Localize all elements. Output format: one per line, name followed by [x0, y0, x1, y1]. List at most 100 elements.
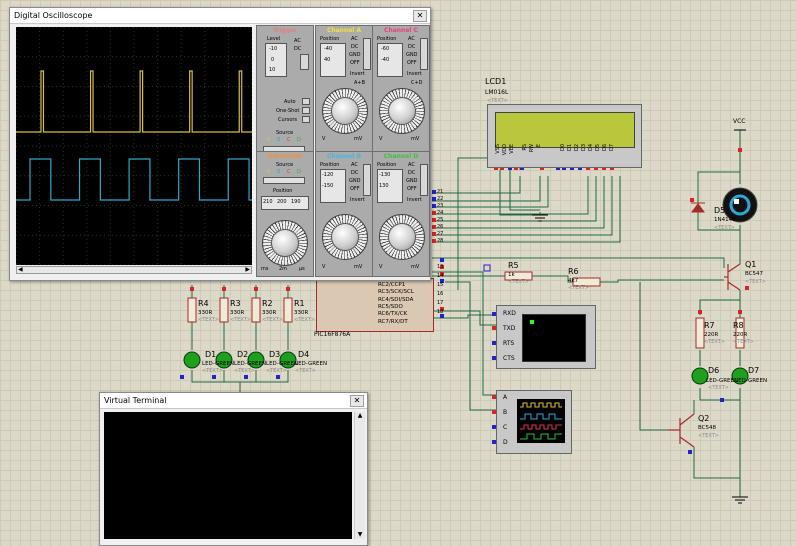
cursors-button[interactable] — [302, 116, 310, 123]
channel-d-panel: Channel D Position -130 130 AC DC GND OF… — [372, 151, 430, 277]
channel-b-coupling-switch[interactable] — [363, 164, 371, 196]
lcd-pin-label: D2 — [574, 144, 580, 152]
channel-c-coupling-switch[interactable] — [420, 38, 428, 70]
mcu-pin-number: 22 — [437, 196, 444, 202]
wire — [639, 282, 668, 431]
transistor-name: Q1 — [745, 260, 757, 269]
scroll-right-icon[interactable]: ▶ — [245, 266, 250, 273]
terminal-screen[interactable] — [104, 412, 352, 539]
mcu-pin-number: 28 — [437, 238, 444, 244]
channel-c-volts-knob[interactable] — [388, 97, 416, 125]
oscilloscope-titlebar[interactable]: Digital Oscilloscope ✕ — [10, 8, 430, 24]
resistor-name: R1 — [294, 299, 305, 308]
channel-d-volts-knob[interactable] — [388, 223, 416, 251]
mcu-pin-number: 16 — [437, 291, 444, 297]
serial-pin-label: CTS — [503, 355, 515, 362]
resistor-name: R2 — [262, 299, 273, 308]
close-button[interactable]: ✕ — [350, 395, 364, 407]
scroll-down-icon[interactable]: ▼ — [355, 531, 365, 539]
channel-a-panel: Channel A Position -40 40 AC DC GND OFF … — [315, 25, 373, 166]
led-name: D1 — [205, 350, 217, 359]
close-button[interactable]: ✕ — [413, 10, 427, 22]
lcd-model: LM016L — [485, 89, 509, 96]
virtual-terminal-title: Virtual Terminal — [104, 396, 167, 405]
mcu-name: PIC16F876A — [314, 331, 351, 338]
scroll-left-icon[interactable]: ◀ — [18, 266, 23, 273]
led-text-tag: <TEXT> — [295, 368, 316, 374]
led-text-tag: <TEXT> — [708, 385, 729, 391]
mcu-pin-number: 26 — [437, 224, 444, 230]
mcu-pin-number: 21 — [437, 189, 444, 195]
resistor-r7 — [695, 317, 705, 349]
pic-mcu[interactable] — [316, 278, 434, 332]
channel-a-coupling-switch[interactable] — [363, 38, 371, 70]
channel-b-volts-knob[interactable] — [331, 223, 359, 251]
auto-button[interactable] — [302, 98, 310, 105]
lcd-pin-label: D0 — [560, 144, 566, 152]
resistor-r4 — [187, 297, 197, 323]
terminal-scrollbar[interactable]: ▲ ▼ — [354, 412, 365, 539]
horizontal-source-slider[interactable] — [263, 177, 305, 184]
mcu-pin-label: RC6/TX/CK — [378, 311, 408, 318]
serial-pin-label: TXD — [503, 325, 516, 332]
close-icon: ✕ — [416, 11, 424, 20]
resistor-text-tag: <TEXT> — [568, 285, 589, 291]
led-value: LED-GREEN — [735, 378, 768, 384]
led-text-tag: <TEXT> — [234, 368, 255, 374]
lcd-pin-label: VDD — [502, 144, 508, 156]
trigger-source-label: Source — [276, 130, 294, 136]
lcd-module[interactable] — [487, 104, 642, 168]
schematic-canvas[interactable]: LCD1 LM016L <TEXT> VSS VDD VEE RS RW E D0 D1 D2 D… — [0, 0, 796, 546]
wire — [432, 176, 521, 194]
lcd-pin-label: VEE — [509, 144, 515, 154]
resistor-name: R3 — [230, 299, 241, 308]
channel-a-trace — [16, 70, 252, 133]
logic-analyzer-pin-label: C — [503, 424, 508, 431]
resistor-r3 — [219, 297, 229, 323]
oscilloscope-title: Digital Oscilloscope — [14, 11, 93, 20]
wire — [699, 290, 741, 315]
close-icon: ✕ — [353, 396, 361, 405]
vcc-label: VCC — [733, 118, 746, 125]
trigger-ac-dc-switch[interactable] — [300, 54, 309, 70]
lcd-name: LCD1 — [485, 77, 507, 86]
oscilloscope-window[interactable]: Digital Oscilloscope ✕ ◀ ▶ Trigger Level… — [9, 7, 431, 281]
transistor-model: BC548 — [698, 425, 717, 431]
led-text-tag: <TEXT> — [202, 368, 223, 374]
channel-a-volts-knob[interactable] — [331, 97, 359, 125]
lcd-text-tag: <TEXT> — [487, 98, 508, 104]
virtual-terminal-titlebar[interactable]: Virtual Terminal ✕ — [100, 393, 367, 409]
trigger-level-label: Level — [267, 36, 281, 42]
led-name: D7 — [748, 366, 760, 375]
channel-a-title: Channel A — [326, 27, 362, 34]
one-shot-button[interactable] — [302, 107, 310, 114]
scope-scrollbar[interactable]: ◀ ▶ — [16, 266, 252, 274]
wire — [445, 281, 500, 411]
trigger-auto-label: Auto — [284, 99, 296, 105]
resistor-r1 — [283, 297, 293, 323]
resistor-name: R4 — [198, 299, 209, 308]
led-value: LED-GREEN — [295, 361, 328, 367]
channel-d-coupling-switch[interactable] — [420, 164, 428, 196]
wire — [432, 176, 549, 208]
diode-d5 — [691, 202, 705, 213]
ground-symbol — [732, 496, 748, 504]
resistor-value: 330R — [262, 310, 277, 316]
horizontal-timebase-knob[interactable] — [271, 229, 299, 257]
resistor-value: 330R — [230, 310, 245, 316]
led-name: D4 — [298, 350, 310, 359]
mcu-pin-label: RC7/RX/DT — [378, 318, 408, 325]
led-text-tag: <TEXT> — [266, 368, 287, 374]
virtual-terminal-window[interactable]: Virtual Terminal ✕ ▲ ▼ — [99, 392, 368, 546]
mcu-pin-number: 27 — [437, 231, 444, 237]
trigger-title: Trigger — [272, 27, 298, 34]
transistor-q1 — [724, 263, 741, 291]
diode-text-tag: <TEXT> — [714, 225, 735, 231]
channel-b-title: Channel B — [326, 153, 362, 160]
resistor-value: 1k — [508, 272, 515, 278]
resistor-value: 220R — [733, 332, 748, 338]
mcu-pin-number: 17 — [437, 300, 444, 306]
scroll-up-icon[interactable]: ▲ — [355, 412, 365, 420]
wire — [432, 176, 613, 236]
serial-pin-label: RTS — [503, 340, 515, 347]
